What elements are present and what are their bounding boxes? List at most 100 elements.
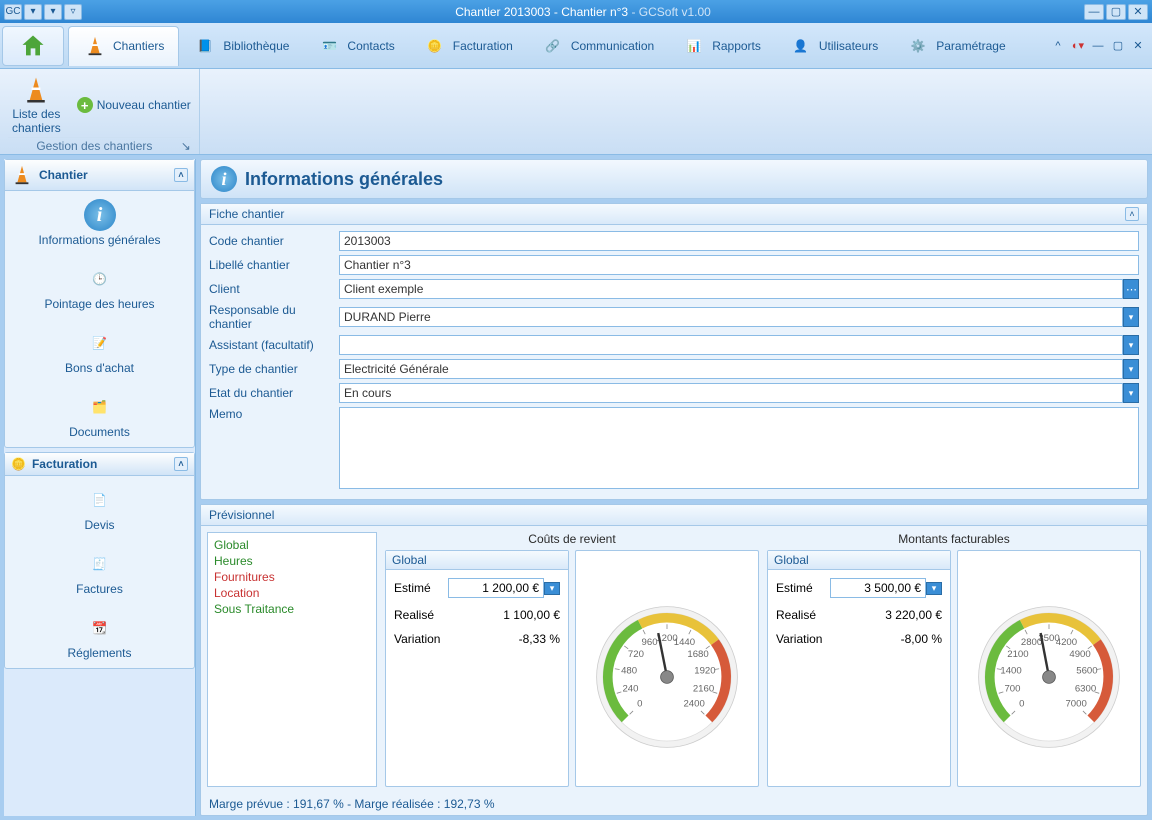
sidebar-item-factures[interactable]: 🧾Factures: [5, 540, 194, 604]
marge-summary: Marge prévue : 191,67 % - Marge réalisée…: [201, 793, 1147, 815]
svg-text:700: 700: [1004, 683, 1020, 694]
panel-fiche: Fiche chantier˄ Code chantier Libellé ch…: [200, 203, 1148, 500]
svg-text:2400: 2400: [683, 698, 704, 709]
mdi-restore-button[interactable]: ▢: [1110, 38, 1126, 54]
tab-facturation[interactable]: 🪙Facturation: [409, 26, 527, 66]
dropdown-button[interactable]: ▾: [1123, 383, 1139, 403]
sidebar-group-header[interactable]: 🪙 Facturation ˄: [5, 453, 194, 476]
svg-text:0: 0: [1019, 698, 1024, 709]
sidebar-item-devis[interactable]: 📄Devis: [5, 476, 194, 540]
mdi-minimize-button[interactable]: —: [1090, 38, 1106, 54]
category-item[interactable]: Fournitures: [212, 569, 372, 585]
category-item[interactable]: Heures: [212, 553, 372, 569]
previsionnel-category-list[interactable]: GlobalHeuresFournituresLocationSous Trai…: [207, 532, 377, 787]
panel-previsionnel: Prévisionnel GlobalHeuresFournituresLoca…: [200, 504, 1148, 816]
ribbon-group-gestion: Liste des chantiers + Nouveau chantier G…: [0, 69, 200, 154]
dropdown-button[interactable]: ▾: [1123, 307, 1139, 327]
estime-montants-input[interactable]: [830, 578, 926, 598]
mdi-close-button[interactable]: ✕: [1130, 38, 1146, 54]
list-chantiers-button[interactable]: Liste des chantiers: [8, 73, 65, 137]
sidebar-item-bons[interactable]: 📝Bons d'achat: [5, 319, 194, 383]
estime-couts-input[interactable]: [448, 578, 544, 598]
tab-communication[interactable]: 🔗Communication: [527, 26, 668, 66]
svg-text:1440: 1440: [674, 637, 695, 648]
chevron-up-icon[interactable]: ^: [1050, 38, 1066, 54]
coins-icon: 🪙: [423, 34, 447, 58]
svg-text:5600: 5600: [1076, 665, 1097, 676]
collapse-icon[interactable]: ˄: [1125, 207, 1139, 221]
qat-app-icon[interactable]: GC: [4, 4, 22, 20]
sidebar-item-documents[interactable]: 🗂️Documents: [5, 383, 194, 447]
tab-chantiers[interactable]: Chantiers: [68, 26, 179, 66]
edit-icon: 📝: [84, 327, 116, 359]
gauge-couts: 0240480720960120014401680192021602400: [575, 550, 759, 787]
close-button[interactable]: ✕: [1128, 4, 1148, 20]
category-item[interactable]: Sous Traitance: [212, 601, 372, 617]
etat-field[interactable]: [339, 383, 1123, 403]
qat-button-1[interactable]: ▾: [24, 4, 42, 20]
client-field[interactable]: [339, 279, 1123, 299]
tab-utilisateurs[interactable]: 👤Utilisateurs: [775, 26, 892, 66]
svg-text:1680: 1680: [687, 648, 708, 659]
quick-access-toolbar: GC ▾ ▾ ▿: [4, 4, 82, 20]
cone-icon: [83, 34, 107, 58]
new-chantier-button[interactable]: + Nouveau chantier: [77, 97, 191, 113]
libelle-field[interactable]: [339, 255, 1139, 275]
window-titlebar: GC ▾ ▾ ▿ Chantier 2013003 - Chantier n°3…: [0, 0, 1152, 23]
sidebar-item-info[interactable]: iInformations générales: [5, 191, 194, 255]
app-home-button[interactable]: [2, 26, 64, 66]
dropdown-button[interactable]: ▾: [1123, 335, 1139, 355]
info-icon: i: [211, 166, 237, 192]
report-icon: 📊: [682, 34, 706, 58]
category-item[interactable]: Location: [212, 585, 372, 601]
tab-parametrage[interactable]: ⚙️Paramétrage: [892, 26, 1019, 66]
type-field[interactable]: [339, 359, 1123, 379]
dropdown-button[interactable]: ▾: [1123, 359, 1139, 379]
document-icon: 📄: [84, 484, 116, 516]
invoice-icon: 🧾: [84, 548, 116, 580]
collapse-icon[interactable]: ˄: [174, 168, 188, 182]
code-field[interactable]: [339, 231, 1139, 251]
page-header: i Informations générales: [200, 159, 1148, 199]
client-picker-button[interactable]: ⋯: [1123, 279, 1139, 299]
sidebar-item-reglements[interactable]: 📆Réglements: [5, 604, 194, 668]
window-title: Chantier 2013003 - Chantier n°3 - GCSoft…: [82, 4, 1084, 19]
gear-icon: ⚙️: [906, 34, 930, 58]
collapse-icon[interactable]: ˄: [174, 457, 188, 471]
help-dropdown-icon[interactable]: ◐▾: [1070, 38, 1086, 54]
cone-icon: [11, 164, 33, 186]
qat-overflow[interactable]: ▿: [64, 4, 82, 20]
qat-button-2[interactable]: ▾: [44, 4, 62, 20]
svg-text:480: 480: [621, 665, 637, 676]
tab-bibliotheque[interactable]: 📘Bibliothèque: [179, 26, 303, 66]
book-icon: 📘: [193, 34, 217, 58]
dropdown-button[interactable]: ▾: [544, 582, 560, 595]
restore-button[interactable]: ▢: [1106, 4, 1126, 20]
couts-box: Global Estimé▾ Realisé1 100,00 € Variati…: [385, 550, 569, 787]
sidebar-group-header[interactable]: Chantier ˄: [5, 160, 194, 191]
sidebar: Chantier ˄ iInformations générales 🕒Poin…: [4, 159, 196, 816]
dropdown-button[interactable]: ▾: [926, 582, 942, 595]
svg-text:2160: 2160: [693, 683, 714, 694]
responsable-field[interactable]: [339, 307, 1123, 327]
ribbon-tabs: Chantiers 📘Bibliothèque 🪪Contacts 🪙Factu…: [0, 23, 1152, 69]
sidebar-item-pointage[interactable]: 🕒Pointage des heures: [5, 255, 194, 319]
sidebar-group-facturation: 🪙 Facturation ˄ 📄Devis 🧾Factures 📆Réglem…: [4, 452, 195, 669]
coins-icon: 🪙: [11, 457, 26, 471]
contact-icon: 🪪: [317, 34, 341, 58]
plus-icon: +: [77, 97, 93, 113]
tab-rapports[interactable]: 📊Rapports: [668, 26, 775, 66]
content-area: i Informations générales Fiche chantier˄…: [200, 159, 1148, 816]
minimize-button[interactable]: —: [1084, 4, 1104, 20]
montants-box: Global Estimé▾ Realisé3 220,00 € Variati…: [767, 550, 951, 787]
share-icon: 🔗: [541, 34, 565, 58]
svg-text:720: 720: [628, 648, 644, 659]
cone-icon: [21, 75, 51, 105]
memo-field[interactable]: [339, 407, 1139, 489]
column-title: Coûts de revient: [385, 532, 759, 546]
category-item[interactable]: Global: [212, 537, 372, 553]
calendar-icon: 📆: [84, 612, 116, 644]
assistant-field[interactable]: [339, 335, 1123, 355]
tab-contacts[interactable]: 🪪Contacts: [303, 26, 408, 66]
ribbon-group-caption: Gestion des chantiers ↘: [8, 137, 191, 153]
